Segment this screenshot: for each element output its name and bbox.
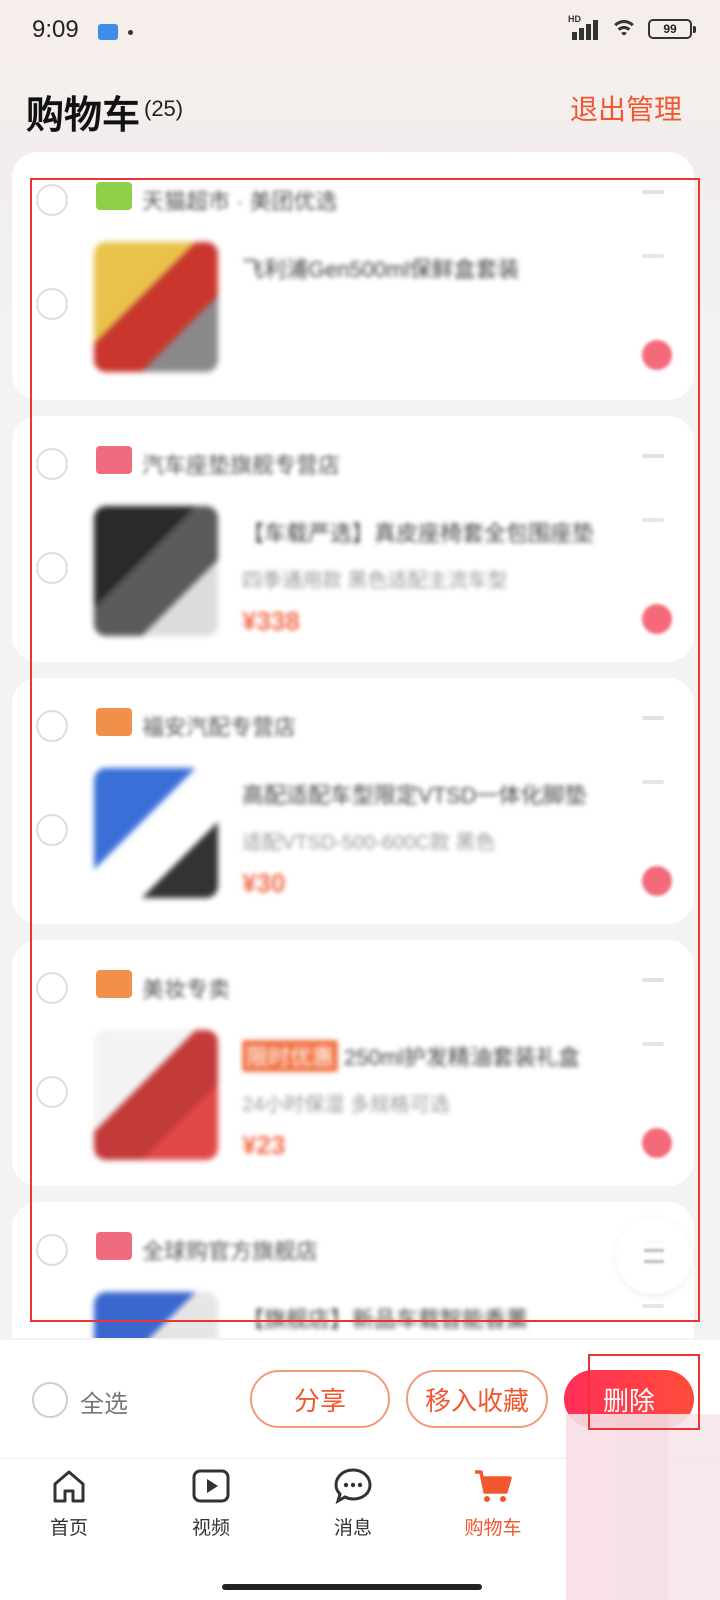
cart-list: 天猫超市 · 美团优选飞利浦Gen500ml保鲜盒套装汽车座垫旗舰专营店【车载严…	[12, 152, 694, 1338]
watermark-mosaic	[566, 1414, 720, 1600]
shop-icon	[96, 182, 132, 210]
tab-label: 首页	[49, 1518, 88, 1539]
shop-icon	[96, 708, 132, 736]
exit-manage-button[interactable]: 退出管理	[570, 88, 682, 128]
shop-name[interactable]: 福安汽配专营店	[142, 710, 296, 742]
select-all-checkbox[interactable]	[32, 1382, 68, 1418]
promo-tag: 限时优惠	[242, 1040, 339, 1072]
shop-name[interactable]: 天猫超市 · 美团优选	[142, 184, 338, 216]
product-title-text: 高配适配车型限定VTSD一体化脚垫	[242, 783, 587, 808]
signal-hd-label: HD	[568, 14, 581, 24]
product-thumbnail[interactable]	[94, 1292, 218, 1338]
product-title-text: 【旗舰店】新品车载智能香薰	[242, 1307, 529, 1332]
share-button[interactable]: 分享	[250, 1370, 390, 1428]
product-spec[interactable]: 四季通用款 黑色适配主流车型	[242, 564, 572, 593]
product-spec[interactable]: 适配VTSD-500-600C款 黑色	[242, 826, 572, 855]
shop-icon	[96, 970, 132, 998]
status-icons: HD 99	[568, 14, 696, 40]
tab-label: 视频	[191, 1518, 230, 1539]
product-thumbnail[interactable]	[94, 768, 218, 898]
product-price: ¥23	[242, 1130, 286, 1160]
shop-name[interactable]: 美妆专卖	[142, 972, 230, 1004]
item-checkbox[interactable]	[36, 1076, 68, 1108]
signal-icon: HD	[568, 14, 600, 40]
notification-dot-icon	[128, 30, 133, 35]
cart-item-card[interactable]: 全球购官方旗舰店【旗舰店】新品车载智能香薰	[12, 1202, 694, 1338]
product-title[interactable]: 高配适配车型限定VTSD一体化脚垫	[242, 778, 602, 810]
tab-cart[interactable]: 购物车	[438, 1467, 548, 1540]
floating-action-button[interactable]	[616, 1218, 692, 1294]
status-time: 9:09	[32, 16, 79, 43]
product-title-text: 飞利浦Gen500ml保鲜盒套装	[242, 257, 520, 282]
more-icon[interactable]	[642, 454, 664, 458]
product-title-text: 【车载严选】真皮座椅套全包围座垫	[242, 521, 595, 546]
quantity-icon[interactable]	[642, 780, 664, 784]
shop-checkbox[interactable]	[36, 972, 68, 1004]
video-icon	[191, 1467, 231, 1505]
cart-item-card[interactable]: 美妆专卖限时优惠 250ml护发精油套装礼盒 24小时保湿 多规格可选 ¥23	[12, 940, 694, 1186]
more-icon[interactable]	[642, 978, 664, 982]
product-title[interactable]: 限时优惠 250ml护发精油套装礼盒	[242, 1040, 602, 1072]
more-icon[interactable]	[642, 716, 664, 720]
shop-name[interactable]: 全球购官方旗舰店	[142, 1234, 318, 1266]
quantity-icon[interactable]	[642, 518, 664, 522]
header: 购物车 (25) 退出管理	[0, 80, 720, 140]
shop-name[interactable]: 汽车座垫旗舰专营店	[142, 448, 340, 480]
product-thumbnail[interactable]	[94, 1030, 218, 1160]
status-bar: 9:09 HD 99	[0, 0, 720, 66]
shop-checkbox[interactable]	[36, 1234, 68, 1266]
product-thumbnail[interactable]	[94, 242, 218, 372]
cart-icon	[473, 1467, 513, 1505]
product-title-text: 250ml护发精油套装礼盒	[344, 1045, 580, 1070]
product-title[interactable]: 飞利浦Gen500ml保鲜盒套装	[242, 252, 602, 284]
product-thumbnail[interactable]	[94, 506, 218, 636]
notification-app-icon	[98, 24, 118, 40]
cart-item-card[interactable]: 汽车座垫旗舰专营店【车载严选】真皮座椅套全包围座垫四季通用款 黑色适配主流车型 ¥…	[12, 416, 694, 662]
battery-icon: 99	[648, 19, 696, 39]
message-icon	[333, 1467, 373, 1505]
select-all-label[interactable]: 全选	[80, 1384, 128, 1419]
remove-icon[interactable]	[642, 340, 672, 370]
cart-item-card[interactable]: 天猫超市 · 美团优选飞利浦Gen500ml保鲜盒套装	[12, 152, 694, 400]
remove-icon[interactable]	[642, 604, 672, 634]
shop-checkbox[interactable]	[36, 710, 68, 742]
move-to-favorites-button[interactable]: 移入收藏	[406, 1370, 548, 1428]
quantity-icon[interactable]	[642, 254, 664, 258]
page-title: 购物车	[26, 95, 141, 137]
remove-icon[interactable]	[642, 1128, 672, 1158]
product-title[interactable]: 【旗舰店】新品车载智能香薰	[242, 1302, 602, 1334]
battery-level: 99	[663, 22, 677, 36]
quantity-icon[interactable]	[642, 1304, 664, 1308]
cart-item-card[interactable]: 福安汽配专营店高配适配车型限定VTSD一体化脚垫适配VTSD-500-600C款…	[12, 678, 694, 924]
shop-checkbox[interactable]	[36, 448, 68, 480]
cart-count: (25)	[144, 96, 184, 121]
shop-icon	[96, 1232, 132, 1260]
product-price: ¥30	[242, 868, 286, 898]
remove-icon[interactable]	[642, 866, 672, 896]
product-spec[interactable]: 24小时保湿 多规格可选	[242, 1088, 572, 1117]
wifi-icon	[610, 18, 638, 40]
shop-checkbox[interactable]	[36, 184, 68, 216]
tab-label: 购物车	[464, 1518, 522, 1539]
tab-label: 消息	[333, 1518, 372, 1539]
product-price: ¥338	[242, 606, 300, 636]
home-indicator[interactable]	[222, 1584, 482, 1590]
tab-messages[interactable]: 消息	[298, 1467, 408, 1540]
tab-video[interactable]: 视频	[156, 1467, 266, 1540]
item-checkbox[interactable]	[36, 814, 68, 846]
more-icon[interactable]	[642, 190, 664, 194]
item-checkbox[interactable]	[36, 552, 68, 584]
product-title[interactable]: 【车载严选】真皮座椅套全包围座垫	[242, 516, 602, 548]
home-icon	[49, 1467, 89, 1505]
item-checkbox[interactable]	[36, 288, 68, 320]
quantity-icon[interactable]	[642, 1042, 664, 1046]
shop-icon	[96, 446, 132, 474]
tab-home[interactable]: 首页	[14, 1467, 124, 1540]
